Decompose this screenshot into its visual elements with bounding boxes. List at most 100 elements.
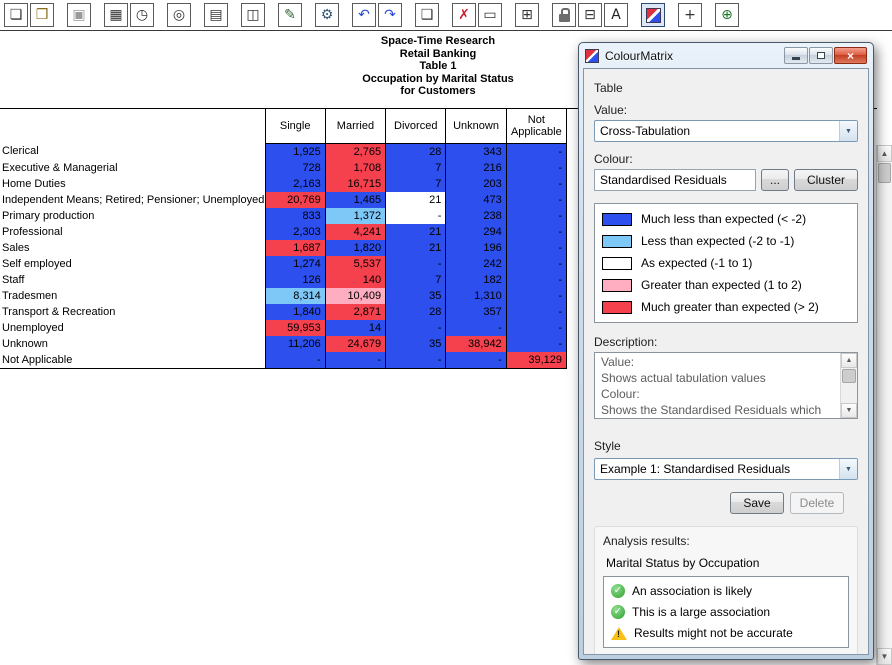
- row-label[interactable]: Self employed: [0, 256, 265, 272]
- row-label[interactable]: Primary production: [0, 208, 265, 224]
- data-cell[interactable]: -: [506, 192, 566, 208]
- description-scrollbar[interactable]: ▲ ▼: [840, 353, 857, 418]
- data-cell[interactable]: 11,206: [265, 336, 325, 352]
- data-cell[interactable]: 4,241: [325, 224, 385, 240]
- data-cell[interactable]: 2,871: [325, 304, 385, 320]
- row-label[interactable]: Unknown: [0, 336, 265, 352]
- save-button[interactable]: Save: [730, 492, 784, 514]
- row-label[interactable]: Tradesmen: [0, 288, 265, 304]
- row-label[interactable]: Sales: [0, 240, 265, 256]
- data-cell[interactable]: -: [506, 304, 566, 320]
- data-cell[interactable]: -: [506, 320, 566, 336]
- data-cell[interactable]: 14: [325, 320, 385, 336]
- style-combobox[interactable]: Example 1: Standardised Residuals ▼: [594, 458, 858, 480]
- data-cell[interactable]: 294: [446, 224, 506, 240]
- minimize-button[interactable]: [784, 47, 808, 64]
- add-annotation-button[interactable]: +: [678, 3, 702, 27]
- data-cell[interactable]: 1,840: [265, 304, 325, 320]
- data-cell[interactable]: 2,765: [325, 143, 385, 160]
- select-region-button[interactable]: ▭: [478, 3, 502, 27]
- description-box[interactable]: Value:Shows actual tabulation valuesColo…: [594, 352, 858, 419]
- value-combobox[interactable]: Cross-Tabulation ▼: [594, 120, 858, 142]
- data-cell[interactable]: 343: [446, 143, 506, 160]
- row-label[interactable]: Unemployed: [0, 320, 265, 336]
- print-preview-button[interactable]: ◫: [241, 3, 265, 27]
- new-document-button[interactable]: ❏: [4, 3, 28, 27]
- data-cell[interactable]: 35: [386, 336, 446, 352]
- column-header[interactable]: Unknown: [446, 109, 506, 143]
- save-button[interactable]: ▣: [67, 3, 91, 27]
- data-cell[interactable]: -: [386, 256, 446, 272]
- data-cell[interactable]: 2,163: [265, 176, 325, 192]
- description-scroll-thumb[interactable]: [842, 369, 856, 383]
- data-cell[interactable]: -: [506, 336, 566, 352]
- field-layout-button[interactable]: ⊟: [578, 3, 602, 27]
- data-cell[interactable]: -: [506, 256, 566, 272]
- data-cell[interactable]: 28: [386, 304, 446, 320]
- row-label[interactable]: Professional: [0, 224, 265, 240]
- row-label[interactable]: Executive & Managerial: [0, 160, 265, 176]
- cluster-button[interactable]: Cluster: [794, 169, 858, 191]
- delete-table-button[interactable]: ✗: [452, 3, 476, 27]
- row-label[interactable]: Independent Means; Retired; Pensioner; U…: [0, 192, 265, 208]
- data-cell[interactable]: 35: [386, 288, 446, 304]
- data-cell[interactable]: 1,310: [446, 288, 506, 304]
- data-cell[interactable]: 10,409: [325, 288, 385, 304]
- data-cell[interactable]: 1,708: [325, 160, 385, 176]
- internet-button[interactable]: ⊕: [715, 3, 739, 27]
- data-cell[interactable]: 728: [265, 160, 325, 176]
- row-label[interactable]: Transport & Recreation: [0, 304, 265, 320]
- copy-button[interactable]: ❑: [415, 3, 439, 27]
- data-cell[interactable]: 38,942: [446, 336, 506, 352]
- data-cell[interactable]: -: [506, 208, 566, 224]
- data-cell[interactable]: -: [386, 352, 446, 369]
- data-cell[interactable]: -: [506, 240, 566, 256]
- data-cell[interactable]: 357: [446, 304, 506, 320]
- data-cell[interactable]: 7: [386, 176, 446, 192]
- data-cell[interactable]: 182: [446, 272, 506, 288]
- column-header[interactable]: Married: [325, 109, 385, 143]
- data-cell[interactable]: -: [506, 176, 566, 192]
- data-cell[interactable]: -: [506, 288, 566, 304]
- scroll-up-icon[interactable]: ▲: [877, 145, 892, 162]
- data-cell[interactable]: 20,769: [265, 192, 325, 208]
- data-cell[interactable]: 242: [446, 256, 506, 272]
- data-cell[interactable]: 1,687: [265, 240, 325, 256]
- description-scroll-up-icon[interactable]: ▲: [841, 353, 857, 368]
- bar-chart-button[interactable]: ▦: [104, 3, 128, 27]
- column-header[interactable]: Divorced: [386, 109, 446, 143]
- data-cell[interactable]: -: [506, 224, 566, 240]
- data-cell[interactable]: 16,715: [325, 176, 385, 192]
- print-button[interactable]: ▤: [204, 3, 228, 27]
- data-cell[interactable]: -: [386, 208, 446, 224]
- data-cell[interactable]: 203: [446, 176, 506, 192]
- data-cell[interactable]: 2,303: [265, 224, 325, 240]
- data-cell[interactable]: 1,820: [325, 240, 385, 256]
- dialog-titlebar[interactable]: ColourMatrix ×: [583, 43, 869, 68]
- row-label[interactable]: Not Applicable: [0, 352, 265, 369]
- edit-annotations-button[interactable]: ✎: [278, 3, 302, 27]
- row-label[interactable]: Home Duties: [0, 176, 265, 192]
- data-cell[interactable]: 7: [386, 272, 446, 288]
- browse-button[interactable]: ...: [761, 169, 789, 191]
- data-cell[interactable]: 1,925: [265, 143, 325, 160]
- data-cell[interactable]: 21: [386, 224, 446, 240]
- data-cell[interactable]: 1,372: [325, 208, 385, 224]
- data-cell[interactable]: 5,537: [325, 256, 385, 272]
- open-file-button[interactable]: ❒: [30, 3, 54, 27]
- description-scroll-down-icon[interactable]: ▼: [841, 403, 857, 418]
- data-cell[interactable]: 216: [446, 160, 506, 176]
- data-cell[interactable]: 24,679: [325, 336, 385, 352]
- data-cell[interactable]: 28: [386, 143, 446, 160]
- colour-input[interactable]: Standardised Residuals: [594, 169, 756, 191]
- row-label[interactable]: Clerical: [0, 143, 265, 160]
- data-cell[interactable]: -: [265, 352, 325, 369]
- scroll-thumb[interactable]: [878, 163, 891, 183]
- column-header[interactable]: Not Applicable: [506, 109, 566, 143]
- derivations-button[interactable]: ⚙: [315, 3, 339, 27]
- data-cell[interactable]: 8,314: [265, 288, 325, 304]
- column-header[interactable]: Single: [265, 109, 325, 143]
- restore-button[interactable]: [809, 47, 833, 64]
- data-cell[interactable]: 126: [265, 272, 325, 288]
- dropdown-arrow-icon[interactable]: ▼: [839, 121, 857, 141]
